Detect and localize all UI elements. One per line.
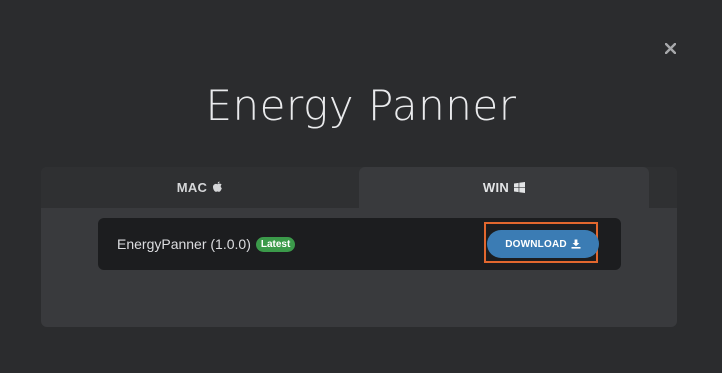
windows-icon (514, 182, 526, 193)
download-icon (571, 239, 581, 249)
release-row: EnergyPanner (1.0.0) Latest DOWNLOAD (98, 218, 621, 270)
latest-badge: Latest (255, 236, 296, 252)
close-icon (664, 42, 676, 54)
tab-mac[interactable]: MAC (41, 167, 359, 208)
tab-mac-label: MAC (176, 180, 208, 195)
release-info: EnergyPanner (1.0.0) Latest (117, 218, 296, 270)
tab-win[interactable]: WIN (359, 167, 649, 208)
platform-tabs: MAC WIN (41, 167, 677, 208)
release-name: EnergyPanner (1.0.0) (117, 236, 251, 252)
dialog-title: Energy Panner (205, 81, 517, 130)
download-label: DOWNLOAD (505, 238, 567, 250)
tab-win-label: WIN (482, 180, 510, 195)
download-panel: MAC WIN EnergyPanner (1.0.0) Latest DOWN… (41, 167, 677, 327)
apple-icon (212, 181, 223, 194)
download-button[interactable]: DOWNLOAD (487, 230, 599, 258)
close-button[interactable] (661, 39, 679, 57)
